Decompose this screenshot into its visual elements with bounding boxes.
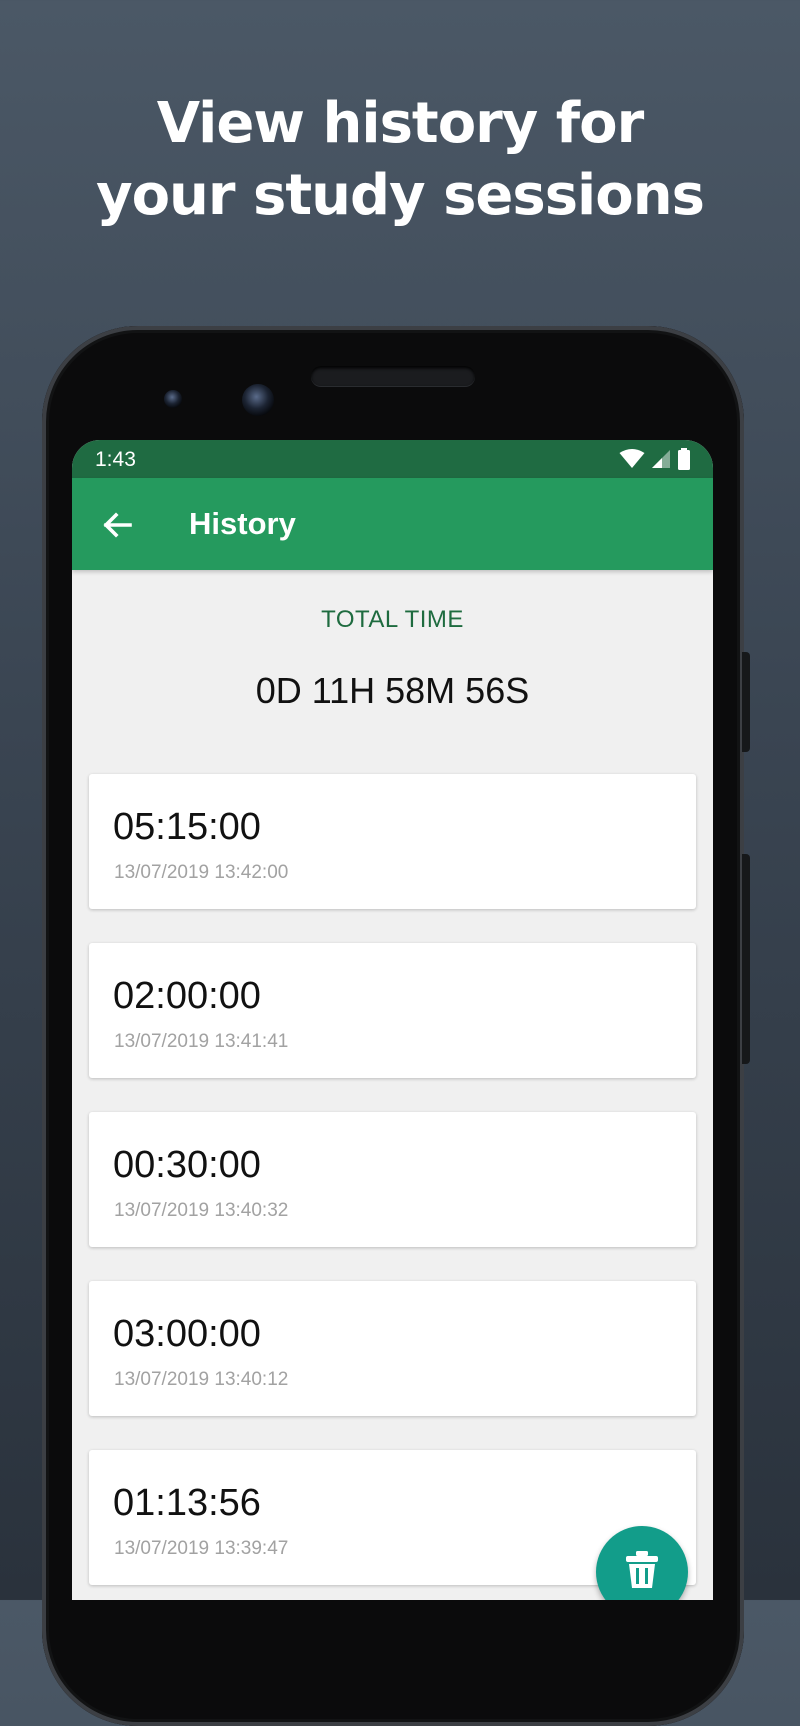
promo-headline-line-1: View history for: [156, 91, 644, 156]
session-date: 13/07/2019 13:40:32: [114, 1200, 289, 1221]
session-item[interactable]: 00:30:00 13/07/2019 13:40:32: [89, 1112, 696, 1247]
session-duration: 02:00:00: [113, 975, 261, 1017]
total-time-label: TOTAL TIME: [321, 606, 464, 633]
status-icons: [619, 448, 691, 470]
app-bar: History: [72, 478, 713, 570]
front-sensor-icon: [242, 384, 274, 416]
battery-icon: [678, 448, 690, 470]
session-date: 13/07/2019 13:41:41: [114, 1031, 289, 1052]
app-screen: 1:43 History TOTAL TIME 0D 11H 58M 56S 0…: [72, 440, 713, 1600]
phone-speaker: [311, 366, 475, 386]
promo-headline-line-2: your study sessions: [96, 163, 705, 228]
session-date: 13/07/2019 13:40:12: [114, 1369, 289, 1390]
status-time: 1:43: [95, 448, 136, 471]
session-duration: 05:15:00: [113, 806, 261, 848]
phone-side-button-lower: [742, 854, 750, 1064]
session-item[interactable]: 02:00:00 13/07/2019 13:41:41: [89, 943, 696, 1078]
page-title: History: [189, 506, 296, 541]
promo-headline: View history for your study sessions: [0, 88, 800, 232]
status-bar: 1:43: [72, 440, 713, 478]
session-duration: 00:30:00: [113, 1144, 261, 1186]
wifi-icon: [619, 449, 645, 468]
cell-signal-icon: [652, 450, 670, 468]
session-item[interactable]: 03:00:00 13/07/2019 13:40:12: [89, 1281, 696, 1416]
delete-sweep-icon: [626, 1551, 658, 1588]
front-camera-icon: [164, 390, 182, 408]
session-item[interactable]: 05:15:00 13/07/2019 13:42:00: [89, 774, 696, 909]
session-duration: 01:13:56: [113, 1482, 261, 1524]
session-date: 13/07/2019 13:42:00: [114, 862, 289, 883]
session-duration: 03:00:00: [113, 1313, 261, 1355]
phone-side-button-upper: [742, 652, 750, 752]
session-date: 13/07/2019 13:39:47: [114, 1538, 289, 1559]
session-list: 05:15:00 13/07/2019 13:42:00 02:00:00 13…: [89, 774, 696, 1600]
total-time-value: 0D 11H 58M 56S: [255, 670, 530, 711]
arrow-left-icon[interactable]: [100, 508, 134, 542]
